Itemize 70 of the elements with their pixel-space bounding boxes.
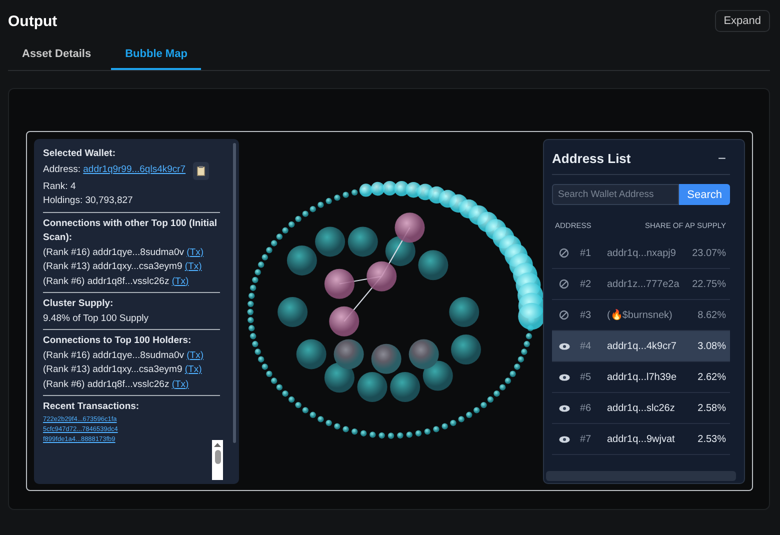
output-title: Output <box>8 12 58 30</box>
eye-icon[interactable] <box>558 436 570 442</box>
search-field[interactable]: Search Wallet Address <box>552 184 680 205</box>
address-cell-text: addr1q...l7h39e <box>607 372 678 382</box>
address-cell-text: addr1q...nxapj9 <box>607 248 677 258</box>
connection-text: (Rank #16) addr1qye...8sudma0v <box>43 348 184 362</box>
address-link[interactable]: addr1q9r99...6qls4k9cr7 <box>83 163 186 178</box>
connection-text: (Rank #13) addr1qxy...csa3eym9 <box>43 363 182 377</box>
address-cell-text: addr1z...777e2a <box>607 278 680 290</box>
share-cell: 2.53% <box>698 434 726 444</box>
address-label: Address: <box>43 163 80 178</box>
search-button[interactable]: Search <box>679 184 730 205</box>
tx-link[interactable]: (Tx) <box>184 260 202 274</box>
address-cell-text: addr1q...9wjvat <box>607 434 676 444</box>
address-row[interactable]: #1 addr1q...nxapj9 23.07% <box>552 238 730 269</box>
rank-cell-text: #3 <box>580 310 592 320</box>
collapse-button[interactable]: − <box>714 150 730 166</box>
share-cell: 23.07% <box>692 248 726 258</box>
rank-cell-text: #4 <box>580 340 592 352</box>
share-cell: 3.08% <box>698 340 726 352</box>
share-cell: 2.58% <box>698 402 726 414</box>
scrollbar[interactable] <box>546 471 736 481</box>
address-cell-text: (🔥$burnsnek) <box>607 309 674 321</box>
tx-link[interactable]: (Tx) <box>186 246 204 260</box>
tx-link[interactable]: (Tx) <box>184 363 202 378</box>
hidden-icon[interactable] <box>559 248 569 258</box>
tx-link[interactable]: (Tx) <box>186 348 204 363</box>
supply-text: 9.48% of Top 100 Supply <box>43 312 150 326</box>
rank-cell-text: #1 <box>580 248 592 258</box>
address-cell-text: addr1q...4k9cr7 <box>607 340 678 352</box>
eye-icon[interactable] <box>558 342 570 350</box>
hidden-icon[interactable] <box>559 279 569 289</box>
connection-text: (Rank #6) addr1q8f...vsslc26z <box>43 274 170 288</box>
section-title: Connections to Top 100 Holders: <box>43 334 192 348</box>
address-row[interactable]: #4 addr1q...4k9cr7 3.08% <box>552 331 730 362</box>
share-cell: 8.62% <box>698 310 726 320</box>
connection-text: (Rank #13) addr1qxy...csa3eym9 <box>43 260 182 274</box>
hidden-icon[interactable] <box>559 310 569 320</box>
holdings-text: Holdings: 30,793,827 <box>43 194 134 208</box>
address-list-title: Address List <box>552 150 631 166</box>
connection-text: (Rank #16) addr1qye...8sudma0v <box>43 246 184 260</box>
address-row[interactable]: #7 addr1q...9wjvat 2.53% <box>552 424 730 455</box>
connection-text: (Rank #6) addr1q8f...vsslc26z <box>43 378 170 392</box>
tx-link[interactable]: (Tx) <box>172 274 189 289</box>
share-cell: 2.62% <box>698 372 726 382</box>
tab[interactable]: Bubble Map <box>111 48 202 70</box>
rank-cell-text: #5 <box>580 372 592 382</box>
address-row[interactable]: #6 addr1q...slc26z 2.58% <box>552 393 730 424</box>
scroll-up-icon[interactable] <box>214 443 221 447</box>
section-title: Connections with other Top 100 (Initial Scan): <box>43 216 218 245</box>
rank-text: Rank: 4 <box>43 180 77 194</box>
expand-button[interactable]: Expand <box>714 10 770 32</box>
section-title: Recent Transactions: <box>43 400 140 414</box>
scrollbar[interactable] <box>233 143 236 443</box>
address-row[interactable]: #5 addr1q...l7h39e 2.62% <box>552 362 730 393</box>
rank-cell-text: #6 <box>580 402 592 414</box>
rank-cell-text: #2 <box>580 278 592 290</box>
address-row[interactable]: #2 addr1z...777e2a 22.75% <box>552 269 730 300</box>
tx-link[interactable]: (Tx) <box>172 378 189 392</box>
eye-icon[interactable] <box>558 404 570 412</box>
copy-button[interactable] <box>192 162 209 180</box>
transactions-scrollbar[interactable] <box>212 440 223 480</box>
eye-icon[interactable] <box>558 374 570 380</box>
clipboard-icon <box>196 166 205 176</box>
tab[interactable]: Asset Details <box>8 48 106 70</box>
share-cell: 22.75% <box>692 278 726 290</box>
section-title: Cluster Supply: <box>43 297 114 311</box>
section-title: Selected Wallet: <box>43 147 117 161</box>
rank-cell-text: #7 <box>580 434 592 444</box>
address-cell-text: addr1q...slc26z <box>607 402 676 414</box>
